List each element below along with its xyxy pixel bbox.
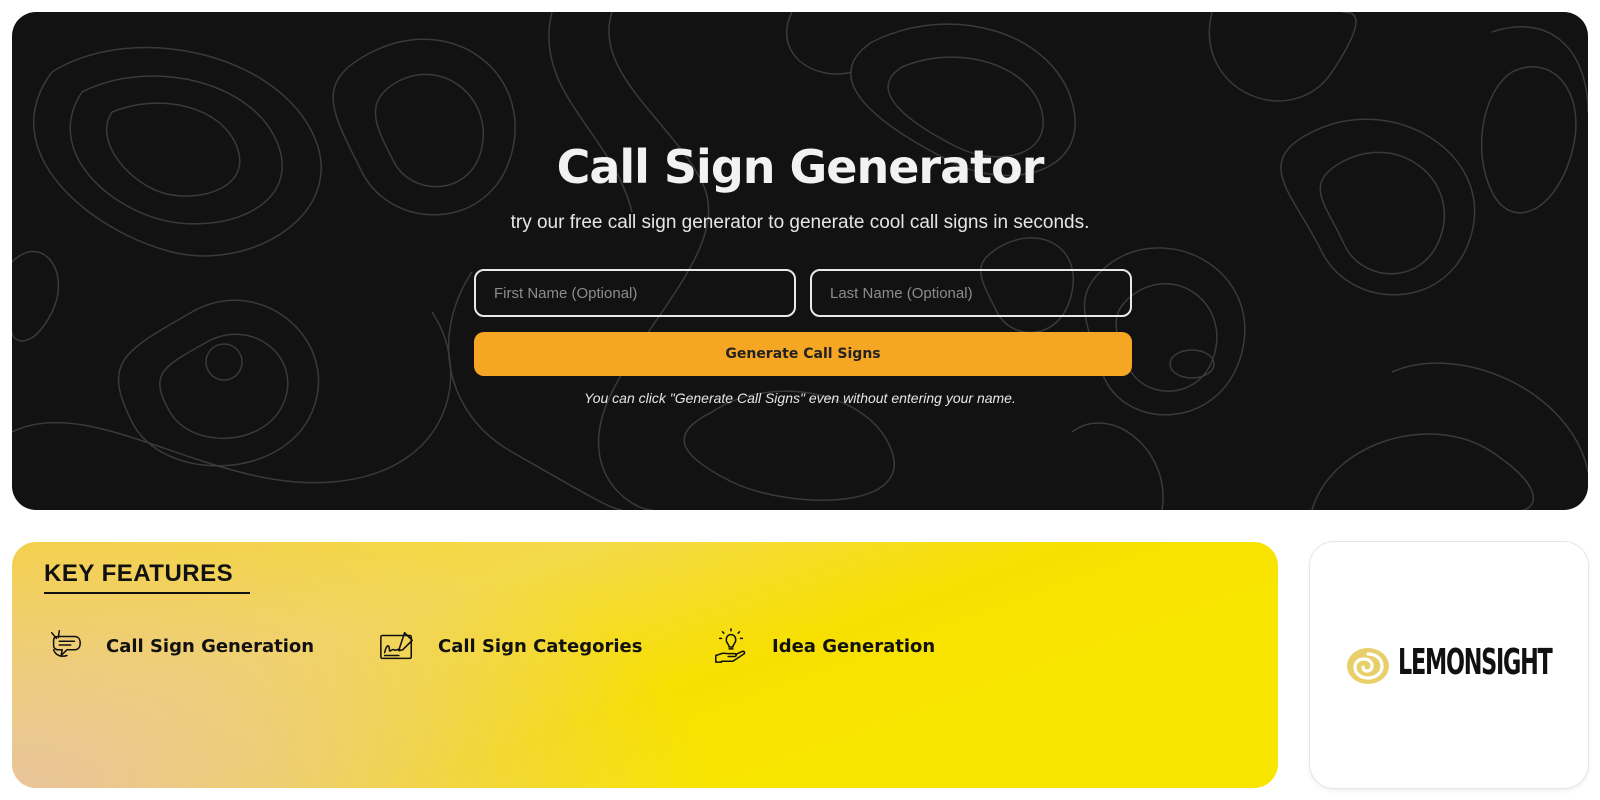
brand-name: LEMONSIGHT — [1398, 642, 1553, 683]
signature-pen-icon — [380, 631, 413, 660]
generate-hint: You can click "Generate Call Signs" even… — [584, 390, 1016, 406]
feature-label: Call Sign Categories — [438, 635, 643, 657]
lightbulb-hand-icon — [715, 628, 746, 663]
hero-section: Call Sign Generator try our free call si… — [12, 12, 1588, 510]
feature-call-sign-generation: Call Sign Generation — [46, 626, 314, 666]
feature-call-sign-categories: Call Sign Categories — [378, 626, 642, 666]
feature-label: Call Sign Generation — [106, 635, 315, 657]
last-name-input[interactable] — [810, 269, 1132, 317]
feature-label: Idea Generation — [772, 635, 936, 657]
hero-content: Call Sign Generator try our free call si… — [12, 12, 1588, 510]
key-features-title: KEY FEATURES — [44, 560, 250, 594]
page-subtitle: try our free call sign generator to gene… — [510, 212, 1090, 233]
lemon-spiral-logo-icon — [1347, 648, 1389, 684]
brand-logo-card[interactable]: LEMONSIGHT — [1310, 542, 1588, 788]
key-features-card: KEY FEATURES Call Sign Generation Call S… — [12, 542, 1278, 788]
radio-speech-icon — [50, 630, 81, 657]
feature-idea-generation: Idea Generation — [712, 626, 935, 666]
first-name-input[interactable] — [474, 269, 796, 317]
page-title: Call Sign Generator — [556, 140, 1045, 194]
generate-call-signs-button[interactable]: Generate Call Signs — [474, 332, 1132, 376]
